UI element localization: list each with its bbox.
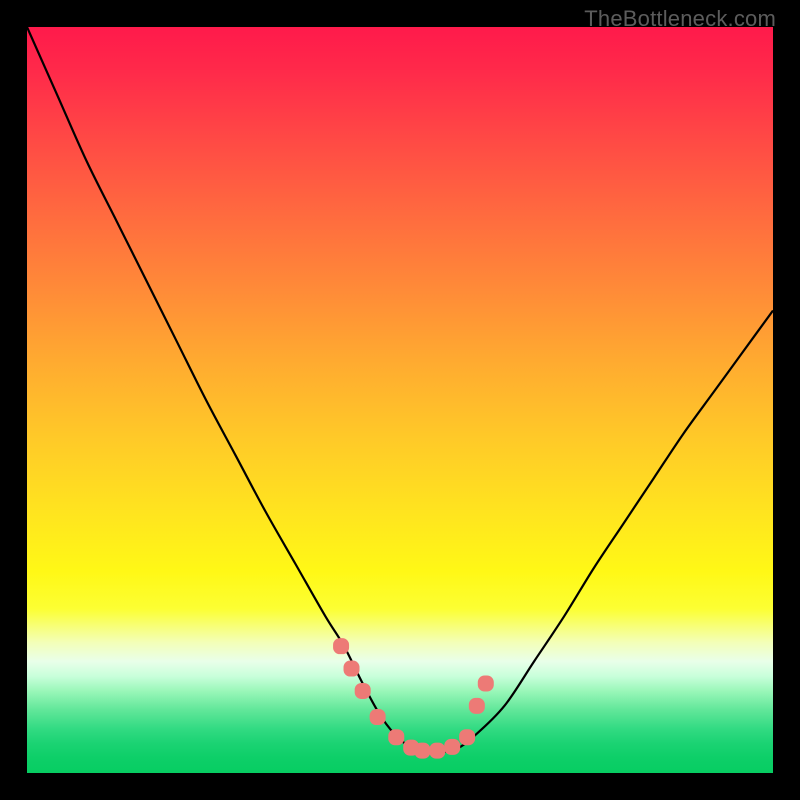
curve-marker	[478, 675, 494, 691]
curve-marker	[370, 709, 386, 725]
curve-marker	[333, 638, 349, 654]
curve-markers	[333, 638, 494, 758]
curve-marker	[355, 683, 371, 699]
outer-frame: TheBottleneck.com	[0, 0, 800, 800]
curve-marker	[388, 729, 404, 745]
curve-marker	[459, 729, 475, 745]
curve-marker	[344, 661, 360, 677]
bottleneck-curve-path	[27, 27, 773, 752]
curve-layer	[27, 27, 773, 773]
curve-marker	[414, 743, 430, 759]
plot-area	[27, 27, 773, 773]
curve-marker	[429, 743, 445, 759]
watermark-text: TheBottleneck.com	[584, 6, 776, 32]
curve-marker	[469, 698, 485, 714]
curve-marker	[444, 739, 460, 755]
